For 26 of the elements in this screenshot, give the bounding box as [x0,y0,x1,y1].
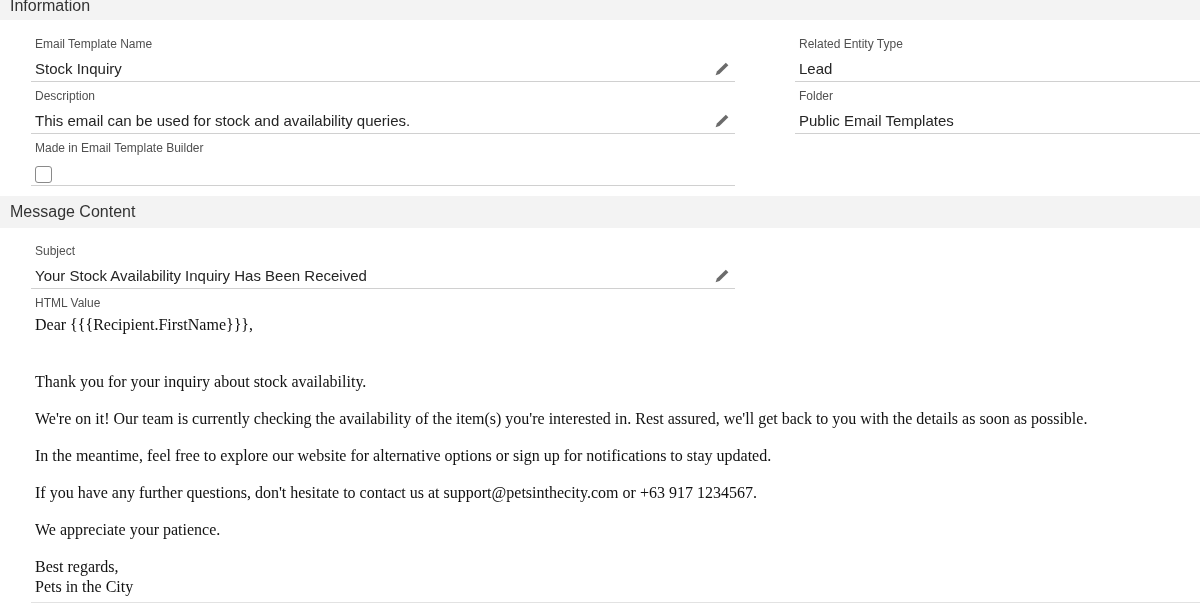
checkbox[interactable] [35,166,52,183]
pencil-icon[interactable] [715,113,729,128]
field-label: Subject [35,243,77,259]
field-label: Description [35,88,97,104]
field-value: Your Stock Availability Inquiry Has Been Received [35,265,367,286]
email-paragraph: If you have any further questions, don't hesitate to contact us at support@petsinthecity.com or +63 917 1234567. [35,483,757,503]
pencil-icon[interactable] [715,268,729,283]
section-header: Message Content [0,196,1200,228]
field-label: Related Entity Type [799,36,904,52]
email-signature: Best regards, [35,557,119,577]
email-paragraph: In the meantime, feel free to explore our website for alternative options or sign up for notifications to stay updated. [35,446,772,466]
email-paragraph: We're on it! Our team is currently checking the availability of the item(s) you're interested in. Rest assured, we'll get back to you with the details as soon as possible. [35,409,1088,429]
email-signature: Pets in the City [35,577,134,597]
email-paragraph: We appreciate your patience. [35,520,221,540]
email-greeting: Dear {{{Recipient.FirstName}}}, [35,315,254,335]
field-label: Email Template Name [35,36,154,52]
pencil-icon[interactable] [715,61,729,76]
field-label: HTML Value [35,295,102,311]
section-header: Information [0,0,1200,20]
field-value: This email can be used for stock and availability queries. [35,110,411,131]
field-value: Public Email Templates [799,110,954,131]
field-label: Folder [799,88,834,104]
field-label: Made in Email Template Builder [35,140,205,156]
field-value: Stock Inquiry [35,58,122,79]
email-paragraph: Thank you for your inquiry about stock availability. [35,372,367,392]
field-value: Lead [799,58,833,79]
